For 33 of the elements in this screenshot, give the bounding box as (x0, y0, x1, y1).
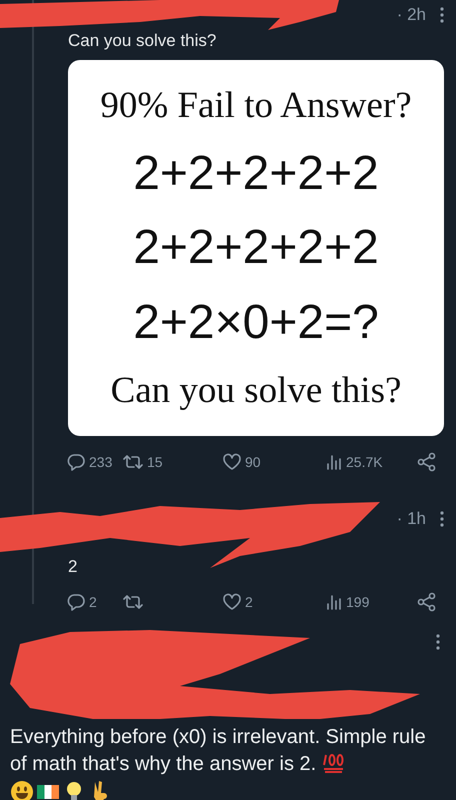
reply-icon (66, 452, 86, 472)
equation: 2+2+2+2+2 (133, 146, 379, 202)
reply-button[interactable]: 233 (66, 452, 112, 472)
repost-icon (122, 452, 144, 472)
views-button[interactable]: 25.7K (325, 453, 383, 471)
post-text: Everything before (x0) is irrelevant. Simple rule of math that's why the answer is 2. (10, 725, 427, 777)
repost-button[interactable]: 15 (122, 452, 163, 472)
share-icon[interactable] (417, 452, 437, 472)
views-icon (325, 453, 343, 471)
post-text: 2 (68, 556, 78, 578)
more-icon[interactable] (440, 511, 444, 527)
like-button[interactable]: 2 (222, 592, 253, 612)
views-icon (325, 593, 343, 611)
equation: 2+2+2+2+2 (133, 220, 379, 276)
like-button[interactable]: 90 (222, 452, 261, 472)
post-time: · 1h (396, 509, 426, 529)
more-icon[interactable] (440, 7, 444, 23)
hundred-icon (322, 751, 346, 775)
more-icon[interactable] (436, 634, 440, 650)
heart-icon (222, 452, 242, 472)
reply-icon (66, 592, 86, 612)
share-icon[interactable] (417, 592, 437, 612)
repost-icon (122, 592, 144, 612)
post-text: Can you solve this? (68, 30, 218, 52)
post-time: · 2h (396, 5, 426, 25)
image-caption: Can you solve this? (110, 369, 402, 412)
smiley-icon (10, 780, 34, 800)
heart-icon (222, 592, 242, 612)
views-button[interactable]: 199 (325, 593, 370, 611)
image-caption: 90% Fail to Answer? (100, 84, 412, 127)
repost-button[interactable] (122, 592, 144, 612)
equation: 2+2×0+2=? (133, 294, 379, 350)
reply-button[interactable]: 2 (66, 592, 97, 612)
